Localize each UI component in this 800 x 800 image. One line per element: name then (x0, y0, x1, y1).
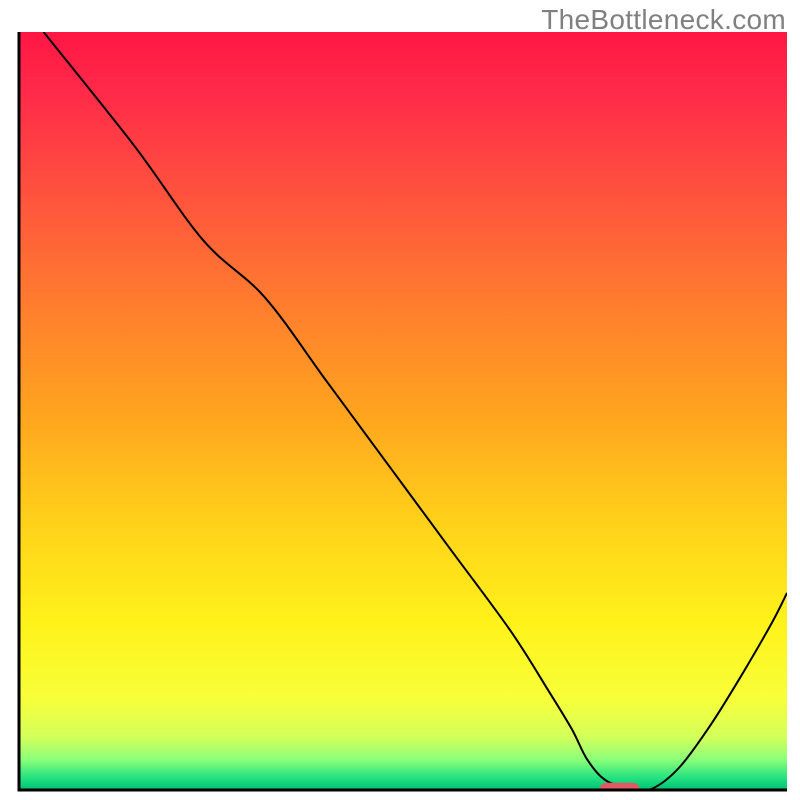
chart-svg (0, 0, 800, 800)
bottleneck-chart: TheBottleneck.com (0, 0, 800, 800)
watermark-text: TheBottleneck.com (541, 4, 786, 36)
